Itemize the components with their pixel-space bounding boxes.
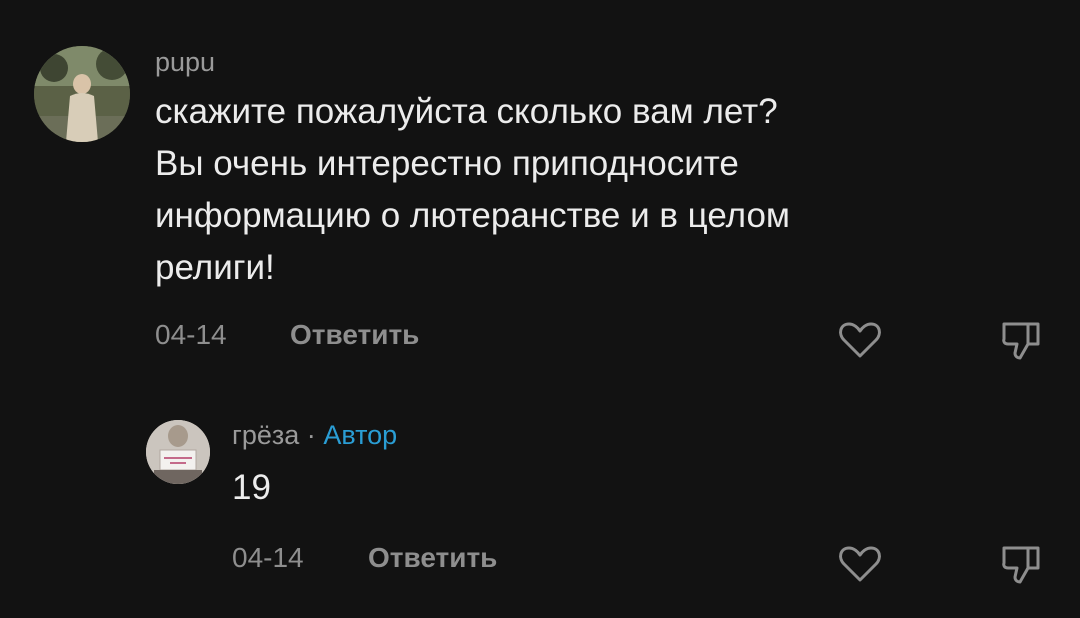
thumbs-down-outline-icon[interactable] xyxy=(998,540,1046,588)
thumbs-down-outline-icon[interactable] xyxy=(998,316,1046,364)
comment-item: pupu скажите пожалуйста сколько вам лет?… xyxy=(0,0,1080,380)
reply-button[interactable]: Ответить xyxy=(290,319,419,351)
avatar[interactable] xyxy=(34,46,130,142)
reply-button[interactable]: Ответить xyxy=(368,542,497,574)
comment-username: грёза · Автор xyxy=(232,420,397,451)
comment-username[interactable]: pupu xyxy=(155,47,215,78)
comment-text: скажите пожалуйста сколько вам лет? Вы о… xyxy=(155,92,790,287)
heart-outline-icon[interactable] xyxy=(836,316,884,364)
comment-date: 04-14 xyxy=(232,542,304,573)
avatar-photo xyxy=(34,46,130,142)
username-text[interactable]: грёза xyxy=(232,420,299,450)
heart-outline-icon[interactable] xyxy=(836,540,884,588)
avatar[interactable] xyxy=(146,420,210,484)
comment-date: 04-14 xyxy=(155,319,227,350)
author-badge: Автор xyxy=(323,420,398,450)
reply-comment-item: грёза · Автор 19 04-14 Ответить xyxy=(0,380,1080,618)
separator-dot: · xyxy=(306,420,316,450)
avatar-photo xyxy=(146,420,210,484)
comment-text: 19 xyxy=(232,468,271,507)
